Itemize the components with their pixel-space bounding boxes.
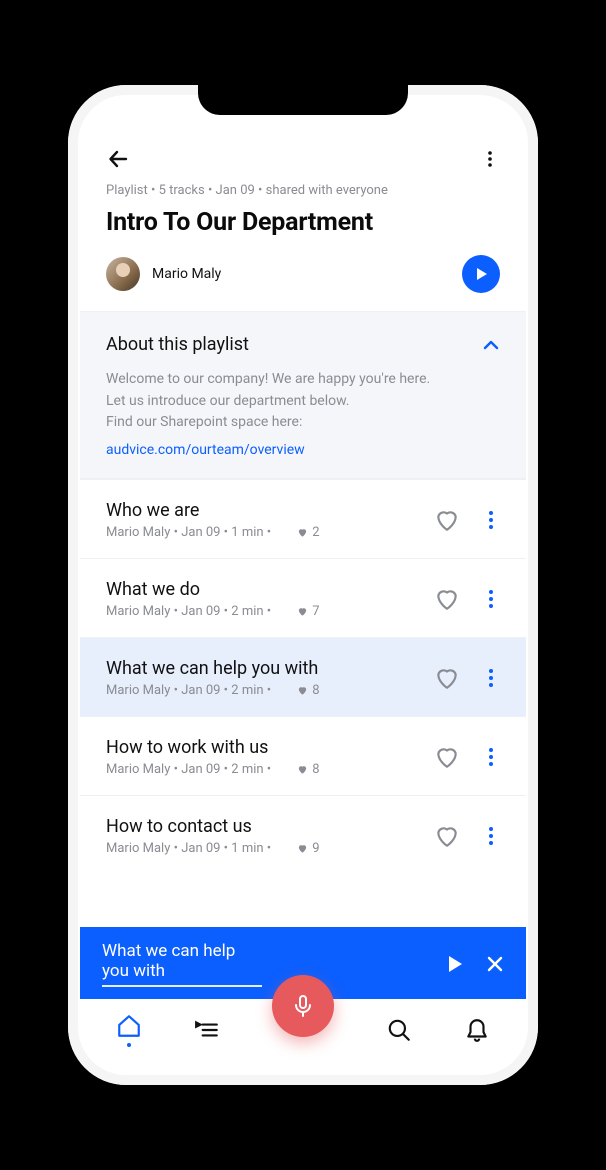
- track-list: Who we are Mario Maly • Jan 09 • 1 min •…: [80, 479, 526, 927]
- track-title: What we do: [106, 579, 420, 600]
- track-like-count: 2: [297, 525, 319, 540]
- active-indicator: [127, 1043, 131, 1047]
- nav-notifications[interactable]: [464, 1017, 490, 1043]
- track-row[interactable]: What we can help you with Mario Maly • J…: [80, 637, 526, 716]
- like-button[interactable]: [430, 740, 464, 774]
- author-name: Mario Maly: [152, 266, 221, 282]
- playlist-icon: [194, 1017, 220, 1043]
- heart-outline-icon: [434, 665, 460, 691]
- track-like-count: 8: [297, 762, 319, 777]
- chevron-up-icon: [482, 336, 500, 354]
- heart-outline-icon: [434, 744, 460, 770]
- nav-playlists[interactable]: [194, 1017, 220, 1043]
- about-heading: About this playlist: [106, 334, 249, 355]
- track-title: How to contact us: [106, 816, 420, 837]
- more-vertical-icon: [482, 825, 500, 847]
- more-options-button[interactable]: [480, 149, 500, 169]
- like-button[interactable]: [430, 582, 464, 616]
- track-row[interactable]: How to contact us Mario Maly • Jan 09 • …: [80, 795, 526, 874]
- more-vertical-icon: [482, 588, 500, 610]
- about-body: Welcome to our company! We are happy you…: [106, 369, 500, 434]
- playlist-header: Playlist • 5 tracks • Jan 09 • shared wi…: [80, 175, 526, 311]
- heart-outline-icon: [434, 507, 460, 533]
- heart-icon: [297, 764, 308, 775]
- about-panel: About this playlist Welcome to our compa…: [80, 311, 526, 479]
- like-button[interactable]: [430, 503, 464, 537]
- heart-outline-icon: [434, 823, 460, 849]
- track-more-button[interactable]: [474, 505, 500, 535]
- track-like-count: 8: [297, 683, 319, 698]
- track-like-count: 7: [297, 604, 319, 619]
- microphone-icon: [291, 994, 315, 1018]
- track-meta: Mario Maly • Jan 09 • 1 min • 9: [106, 841, 420, 856]
- track-title: What we can help you with: [106, 658, 420, 679]
- heart-icon: [297, 606, 308, 617]
- track-title: Who we are: [106, 500, 420, 521]
- heart-icon: [297, 527, 308, 538]
- nav-search[interactable]: [386, 1017, 412, 1043]
- track-more-button[interactable]: [474, 584, 500, 614]
- record-button[interactable]: [272, 975, 334, 1037]
- track-row[interactable]: What we do Mario Maly • Jan 09 • 2 min •…: [80, 558, 526, 637]
- bell-icon: [464, 1017, 490, 1043]
- about-link[interactable]: audvice.com/ourteam/overview: [106, 442, 305, 458]
- track-meta: Mario Maly • Jan 09 • 2 min • 7: [106, 604, 420, 619]
- track-more-button[interactable]: [474, 742, 500, 772]
- heart-icon: [297, 843, 308, 854]
- play-all-button[interactable]: [462, 255, 500, 293]
- more-vertical-icon: [482, 509, 500, 531]
- track-meta: Mario Maly • Jan 09 • 1 min • 2: [106, 525, 420, 540]
- playlist-meta: Playlist • 5 tracks • Jan 09 • shared wi…: [106, 183, 500, 198]
- now-playing-play-button[interactable]: [446, 955, 464, 973]
- search-icon: [386, 1017, 412, 1043]
- bottom-nav: [80, 999, 526, 1073]
- track-meta: Mario Maly • Jan 09 • 2 min • 8: [106, 762, 420, 777]
- heart-outline-icon: [434, 586, 460, 612]
- home-icon: [116, 1013, 142, 1039]
- close-icon: [486, 955, 504, 973]
- track-like-count: 9: [297, 841, 319, 856]
- track-more-button[interactable]: [474, 663, 500, 693]
- play-icon: [474, 267, 488, 281]
- like-button[interactable]: [430, 661, 464, 695]
- author-avatar[interactable]: [106, 257, 140, 291]
- nav-home[interactable]: [116, 1013, 142, 1047]
- now-playing-title: What we can help you with: [102, 941, 262, 987]
- track-title: How to work with us: [106, 737, 420, 758]
- more-vertical-icon: [482, 746, 500, 768]
- heart-icon: [297, 685, 308, 696]
- more-vertical-icon: [482, 667, 500, 689]
- track-row[interactable]: How to work with us Mario Maly • Jan 09 …: [80, 716, 526, 795]
- track-row[interactable]: Who we are Mario Maly • Jan 09 • 1 min •…: [80, 479, 526, 558]
- track-more-button[interactable]: [474, 821, 500, 851]
- like-button[interactable]: [430, 819, 464, 853]
- playlist-title: Intro To Our Department: [106, 208, 500, 237]
- now-playing-close-button[interactable]: [486, 955, 504, 973]
- about-collapse-button[interactable]: [482, 336, 500, 354]
- track-meta: Mario Maly • Jan 09 • 2 min • 8: [106, 683, 420, 698]
- play-icon: [446, 955, 464, 973]
- back-button[interactable]: [106, 147, 130, 171]
